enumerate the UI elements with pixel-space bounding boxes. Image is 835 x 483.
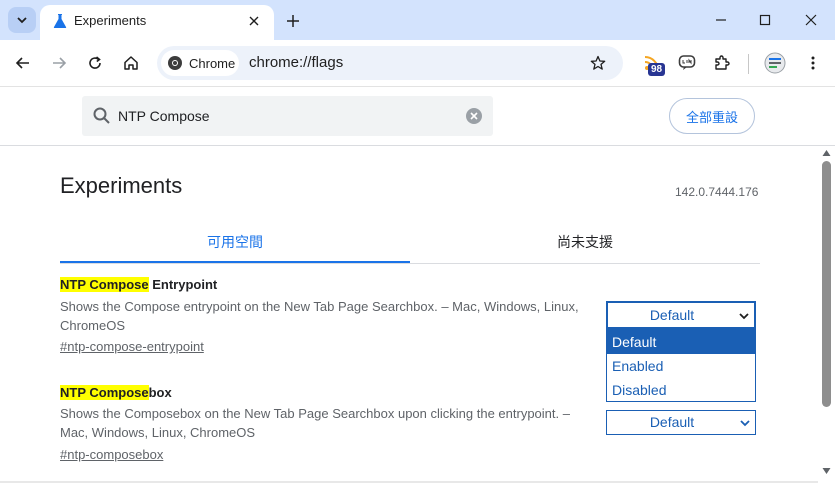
- bookmark-button[interactable]: [587, 52, 609, 74]
- experiment-description-line: Mac, Windows, Linux, ChromeOS: [60, 425, 256, 440]
- site-chip-label: Chrome: [189, 56, 236, 71]
- scroll-up-icon[interactable]: [822, 149, 831, 157]
- address-bar[interactable]: Chrome chrome://flags: [157, 46, 623, 80]
- scrollbar-thumb[interactable]: [822, 161, 831, 407]
- experiment-description-line: ChromeOS: [60, 318, 126, 333]
- search-match-highlight: NTP Compose: [60, 385, 149, 400]
- experiment-permalink[interactable]: #ntp-compose-entrypoint: [60, 339, 204, 354]
- reload-icon: [89, 56, 101, 69]
- chat-extension-button[interactable]: [674, 50, 700, 76]
- select-option[interactable]: Disabled: [607, 378, 755, 402]
- close-tab-button[interactable]: [246, 13, 262, 29]
- toolbar: Chrome chrome://flags: [0, 40, 835, 87]
- select-value: Default: [649, 414, 695, 430]
- tab-experiments[interactable]: Experiments: [40, 5, 274, 40]
- scrollbar[interactable]: [818, 147, 835, 483]
- experiment-description: Shows the Composebox on the New Tab Page…: [60, 404, 585, 442]
- experiment-state-select[interactable]: Default: [606, 410, 756, 435]
- select-option[interactable]: Default: [607, 330, 755, 354]
- clear-search-icon[interactable]: [465, 107, 483, 125]
- experiment-description: Shows the Compose entrypoint on the New …: [60, 297, 585, 335]
- search-input-value: NTP Compose: [118, 108, 210, 124]
- search-icon: [93, 107, 110, 124]
- select-value: Default: [649, 307, 695, 323]
- plus-icon: [287, 15, 299, 27]
- arrow-left-icon: [15, 57, 29, 69]
- puzzle-icon: [715, 55, 730, 70]
- more-vertical-icon: [811, 56, 815, 70]
- home-icon: [124, 56, 138, 70]
- select-option[interactable]: Enabled: [607, 354, 755, 378]
- avatar: [764, 52, 786, 74]
- select-dropdown-list: Default Enabled Disabled: [606, 329, 756, 402]
- title-bar: Experiments: [0, 0, 835, 40]
- chevron-down-icon: [17, 17, 27, 24]
- minimize-icon: [716, 19, 726, 21]
- url-text[interactable]: chrome://flags: [249, 54, 343, 71]
- chrome-icon: [168, 56, 182, 70]
- experiment-permalink[interactable]: #ntp-composebox: [60, 447, 163, 462]
- page-title: Experiments: [60, 173, 183, 198]
- extensions-button[interactable]: [709, 50, 735, 76]
- maximize-button[interactable]: [750, 8, 780, 32]
- extension-badge: 98: [648, 63, 665, 76]
- toolbar-separator: [748, 54, 749, 74]
- experiment-title: NTP Composebox: [60, 385, 172, 400]
- star-icon: [590, 55, 606, 70]
- chat-icon: [678, 55, 696, 70]
- flask-icon: [53, 14, 67, 28]
- experiment-title-rest: box: [148, 385, 172, 400]
- experiment-title-rest: Entrypoint: [148, 277, 218, 292]
- arrow-right-icon: [53, 57, 67, 69]
- experiment-state-select[interactable]: Default: [606, 301, 756, 329]
- version-label: 142.0.7444.176: [675, 185, 759, 199]
- tab-unavailable[interactable]: 尚未支援: [410, 221, 760, 263]
- experiment-description-line: Shows the Compose entrypoint on the New …: [60, 299, 579, 314]
- flags-search-header: NTP Compose 全部重設: [0, 88, 835, 146]
- tab-title: Experiments: [74, 13, 147, 28]
- tab-available[interactable]: 可用空間: [60, 221, 410, 263]
- close-icon: [805, 14, 817, 26]
- search-match-highlight: NTP Compose: [60, 277, 149, 292]
- scroll-down-icon[interactable]: [822, 467, 831, 475]
- forward-button[interactable]: [46, 50, 72, 76]
- experiment-title: NTP Compose Entrypoint: [60, 277, 217, 292]
- tab-search-button[interactable]: [8, 7, 36, 33]
- chevron-down-icon: [739, 313, 749, 320]
- reset-all-button[interactable]: 全部重設: [669, 98, 755, 134]
- minimize-button[interactable]: [706, 8, 736, 32]
- close-icon: [249, 16, 259, 26]
- back-button[interactable]: [10, 50, 36, 76]
- close-window-button[interactable]: [796, 8, 826, 32]
- tabs-divider: [60, 263, 760, 264]
- new-tab-button[interactable]: [282, 10, 304, 32]
- menu-button[interactable]: [800, 50, 826, 76]
- experiment-description-line: Shows the Composebox on the New Tab Page…: [60, 406, 570, 421]
- chevron-down-icon: [740, 420, 750, 427]
- reload-button[interactable]: [82, 50, 108, 76]
- home-button[interactable]: [118, 50, 144, 76]
- site-info-chip[interactable]: Chrome: [161, 50, 239, 76]
- maximize-icon: [759, 14, 771, 26]
- flags-search-input[interactable]: NTP Compose: [82, 96, 493, 136]
- profile-button[interactable]: [762, 50, 788, 76]
